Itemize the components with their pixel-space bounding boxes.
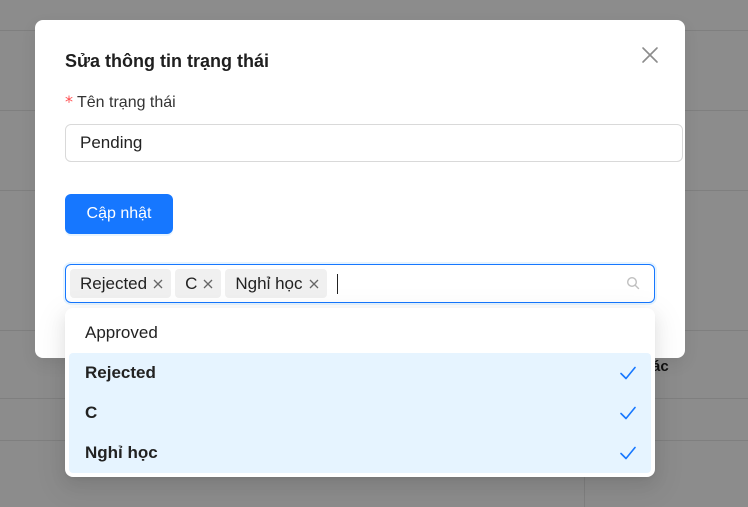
close-icon[interactable] — [201, 277, 215, 291]
modal-title: Sửa thông tin trạng thái — [65, 51, 270, 71]
tag-label: Rejected — [80, 273, 148, 293]
search-icon — [626, 276, 640, 290]
option-label: Nghỉ học — [85, 443, 158, 462]
option-rejected[interactable]: Rejected — [69, 353, 651, 393]
option-label: C — [85, 403, 98, 422]
update-button[interactable]: Cập nhật — [65, 194, 173, 234]
close-button[interactable] — [638, 43, 662, 67]
tag-label: C — [185, 273, 198, 293]
option-label: Approved — [85, 323, 158, 342]
status-name-input[interactable] — [65, 124, 683, 162]
close-icon[interactable] — [151, 277, 165, 291]
selected-tags: Rejected C Nghỉ học — [70, 269, 338, 298]
check-icon — [620, 446, 636, 460]
check-icon — [620, 366, 636, 380]
option-label: Rejected — [85, 363, 156, 382]
text-caret — [336, 273, 338, 294]
option-approved[interactable]: Approved — [69, 313, 651, 353]
status-dropdown: Approved Rejected C Nghỉ học — [65, 308, 655, 477]
tag-c: C — [175, 269, 222, 298]
required-mark: * — [65, 92, 73, 111]
close-icon[interactable] — [307, 277, 321, 291]
close-icon — [642, 47, 658, 63]
status-name-label-text: Tên trạng thái — [77, 94, 176, 111]
tag-label: Nghỉ học — [235, 273, 303, 293]
option-c[interactable]: C — [69, 393, 651, 433]
tag-nghi-hoc: Nghỉ học — [225, 269, 327, 298]
tag-rejected: Rejected — [70, 269, 172, 298]
status-multi-select[interactable]: Rejected C Nghỉ học — [65, 264, 655, 303]
option-nghi-hoc[interactable]: Nghỉ học — [69, 433, 651, 473]
check-icon — [620, 406, 636, 420]
status-name-label: * Tên trạng thái — [65, 92, 176, 112]
